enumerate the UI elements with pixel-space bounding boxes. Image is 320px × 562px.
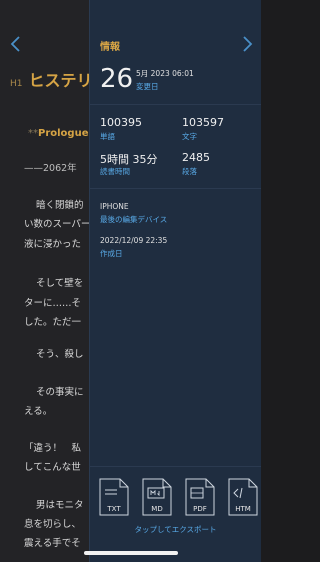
created-date-label: 作成日: [100, 249, 123, 258]
divider: [90, 104, 261, 105]
divider: [90, 188, 261, 189]
divider: [90, 466, 261, 467]
export-txt-button[interactable]: TXT: [98, 478, 130, 516]
editor-line[interactable]: ——2062年: [24, 160, 77, 174]
paragraph-count: 2485: [182, 151, 210, 164]
editor-line[interactable]: そして壁を: [36, 275, 83, 289]
reading-time-label: 読書時間: [100, 167, 130, 176]
panel-title: 情報: [100, 42, 120, 53]
word-count: 100395: [100, 116, 142, 129]
close-panel-chevron-icon[interactable]: [241, 35, 253, 53]
export-md-button[interactable]: MD: [141, 478, 173, 516]
heading-text[interactable]: ヒステリ: [29, 67, 93, 91]
pdf-label: PDF: [193, 505, 207, 513]
modified-day: 26: [100, 64, 134, 94]
editor-line[interactable]: い数のスーパー: [24, 216, 90, 230]
back-chevron-icon[interactable]: [8, 34, 24, 54]
export-options: TXT MD PDF HTM: [98, 478, 261, 518]
htm-label: HTM: [235, 505, 251, 513]
editor-line[interactable]: 「違う！ 私: [24, 440, 81, 454]
editor-line[interactable]: 息を切らし、: [24, 516, 81, 530]
editor-line[interactable]: その事実に: [36, 384, 84, 398]
heading-tag: H1: [10, 79, 23, 89]
editor-line[interactable]: 液に浸かった: [24, 236, 81, 250]
created-date: 2022/12/09 22:35: [100, 236, 168, 245]
modified-label: 変更日: [136, 82, 159, 91]
editor-line[interactable]: 震える手でそ: [24, 535, 81, 549]
editor-line[interactable]: ターに……そ: [24, 295, 81, 309]
export-html-button[interactable]: HTM: [227, 478, 259, 516]
editor-line[interactable]: える。: [24, 403, 52, 417]
editor-line[interactable]: 男はモニタ: [36, 497, 84, 511]
char-count-label: 文字: [182, 132, 197, 141]
export-pdf-button[interactable]: PDF: [184, 478, 216, 516]
editor-line[interactable]: してこんな世: [24, 459, 81, 473]
editor-line[interactable]: した。ただ一: [24, 314, 81, 328]
export-hint[interactable]: タップしてエクスポート: [90, 524, 261, 535]
modified-date: 5月 2023 06:01: [136, 69, 194, 78]
char-count: 103597: [182, 116, 224, 129]
last-edit-device-label: 最後の編集デバイス: [100, 215, 168, 224]
editor-line[interactable]: そう、殺し: [36, 346, 84, 360]
prologue-line[interactable]: **Prologue**: [28, 128, 99, 139]
word-count-label: 単語: [100, 132, 115, 141]
info-panel: 情報 26 5月 2023 06:01 変更日 100395 単語 103597…: [89, 0, 261, 562]
last-edit-device: IPHONE: [100, 202, 129, 211]
txt-label: TXT: [107, 505, 121, 513]
reading-time: 5時間 35分: [100, 153, 158, 166]
home-indicator[interactable]: [84, 551, 178, 555]
editor-line[interactable]: 暗く閉鎖的: [36, 197, 84, 211]
paragraph-count-label: 段落: [182, 167, 197, 176]
document-heading[interactable]: H1 ヒステリ: [10, 67, 93, 91]
md-label: MD: [151, 505, 163, 513]
